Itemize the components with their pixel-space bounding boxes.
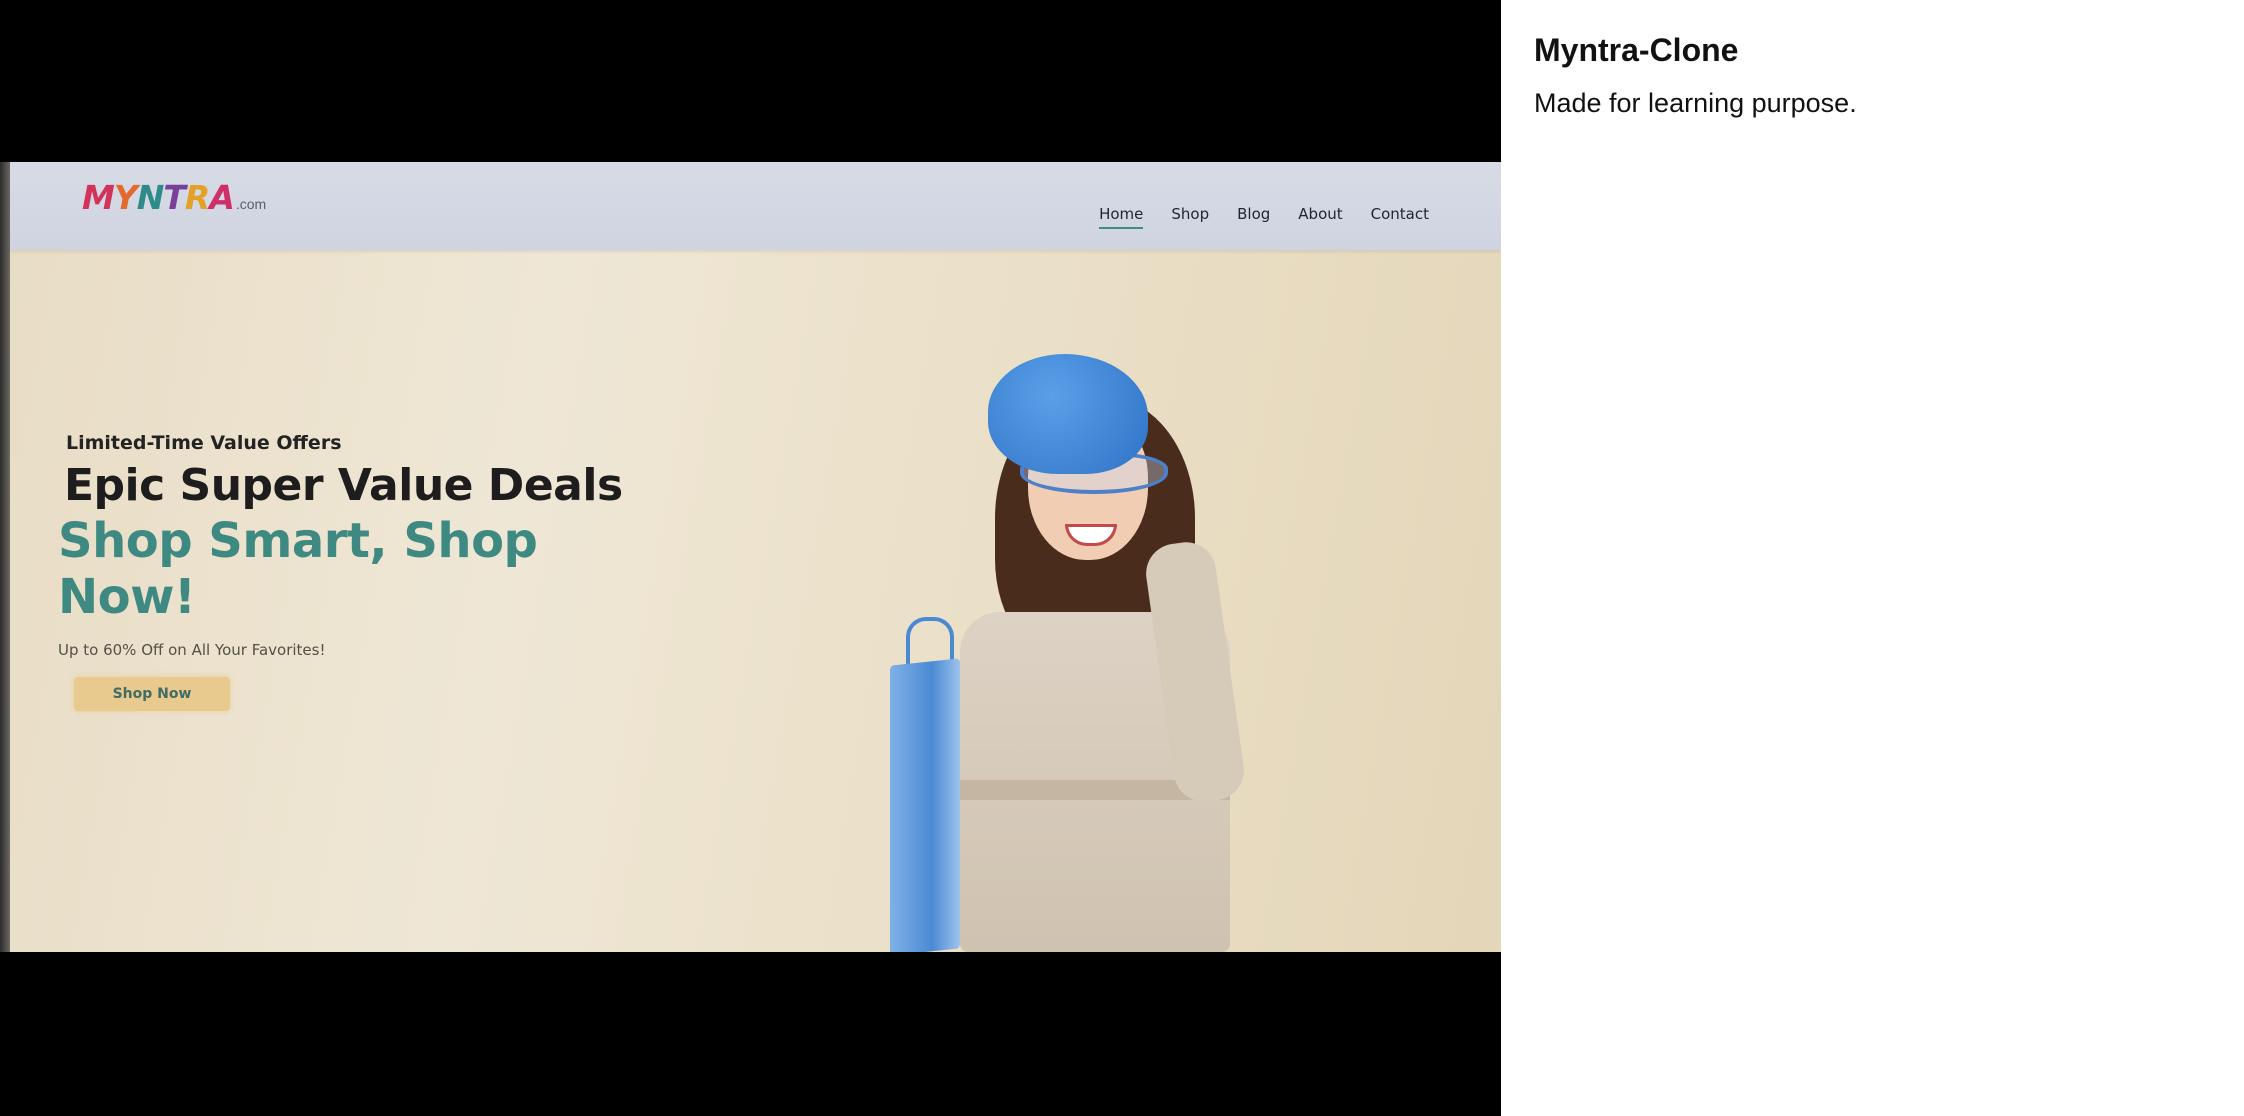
nav-link-contact[interactable]: Contact bbox=[1371, 205, 1429, 223]
nav-link-blog[interactable]: Blog bbox=[1237, 205, 1270, 223]
logo-wordmark: MYNTRA bbox=[82, 178, 235, 217]
hero-subtitle: Shop Smart, Shop Now! bbox=[58, 513, 538, 625]
beret-icon bbox=[988, 354, 1148, 474]
shopping-bag-icon bbox=[890, 658, 960, 952]
hero-title: Epic Super Value Deals bbox=[64, 460, 623, 511]
shop-now-button[interactable]: Shop Now bbox=[74, 677, 230, 711]
model-image bbox=[860, 302, 1320, 952]
monitor-bezel bbox=[0, 162, 10, 952]
hero-section: Limited-Time Value Offers Epic Super Val… bbox=[58, 432, 658, 711]
nav-link-shop[interactable]: Shop bbox=[1171, 205, 1209, 223]
hero-kicker: Limited-Time Value Offers bbox=[66, 432, 342, 454]
nav-link-home[interactable]: Home bbox=[1099, 205, 1144, 229]
logo-suffix: .com bbox=[235, 196, 267, 212]
info-pane: Myntra-Clone Made for learning purpose. bbox=[1501, 0, 2244, 1116]
project-description: Made for learning purpose. bbox=[1534, 88, 1857, 118]
hero-description: Up to 60% Off on All Your Favorites! bbox=[58, 641, 326, 659]
project-title: Myntra-Clone bbox=[1534, 32, 1739, 68]
media-pane: MYNTRA .com Home Shop Blog About Contact… bbox=[0, 0, 1501, 1116]
nav-links: Home Shop Blog About Contact bbox=[1099, 205, 1429, 229]
nav-link-about[interactable]: About bbox=[1298, 205, 1342, 223]
website-screenshot: MYNTRA .com Home Shop Blog About Contact… bbox=[0, 162, 1501, 952]
site-navbar: MYNTRA .com Home Shop Blog About Contact bbox=[10, 162, 1501, 250]
myntra-logo[interactable]: MYNTRA .com bbox=[82, 178, 266, 218]
